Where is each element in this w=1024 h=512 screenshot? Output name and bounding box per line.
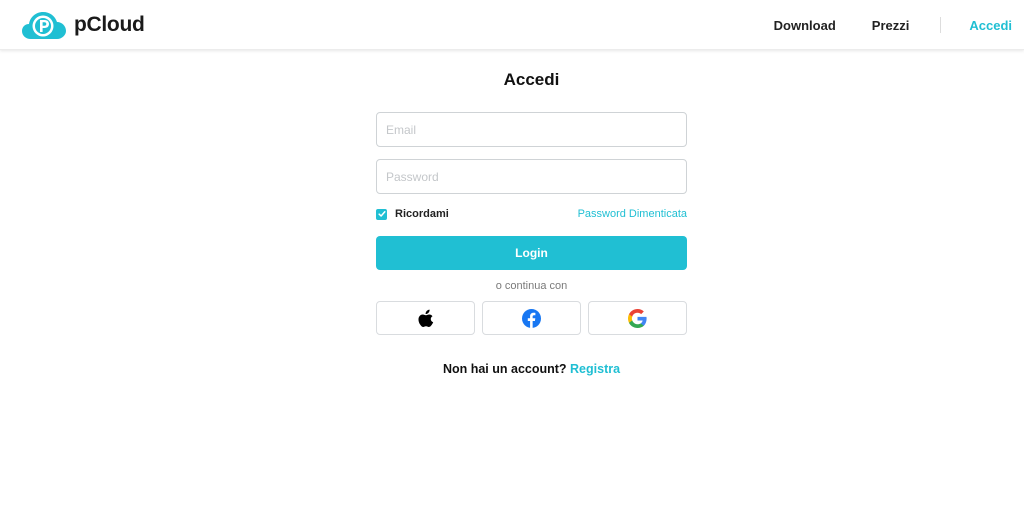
signup-prompt: Non hai un account? bbox=[442, 362, 571, 376]
checkmark-icon bbox=[377, 211, 386, 217]
top-nav: Download Prezzi Accedi bbox=[774, 0, 1012, 50]
apple-icon bbox=[417, 309, 433, 327]
top-header: pCloud Download Prezzi Accedi bbox=[0, 0, 1024, 50]
or-continue-text: o continua con bbox=[495, 280, 568, 292]
remember-checkbox[interactable] bbox=[376, 208, 387, 220]
nav-divider bbox=[940, 17, 942, 33]
page-title: Accedi bbox=[503, 70, 560, 89]
password-input[interactable] bbox=[376, 159, 687, 194]
nav-accedi-link[interactable]: Accedi bbox=[969, 18, 1012, 33]
remember-forgot-row: Ricordami Password Dimenticata bbox=[376, 206, 687, 222]
login-form: Accedi Ricordami Password Dimenticata Lo… bbox=[376, 68, 687, 376]
apple-login-button[interactable] bbox=[376, 301, 475, 335]
forgot-password-link[interactable]: Password Dimenticata bbox=[578, 208, 687, 220]
google-icon bbox=[628, 308, 647, 328]
nav-download-link[interactable]: Download bbox=[774, 18, 836, 33]
nav-prezzi-link[interactable]: Prezzi bbox=[872, 18, 910, 33]
brand-name: pCloud bbox=[74, 13, 145, 36]
facebook-login-button[interactable] bbox=[482, 301, 581, 335]
google-login-button[interactable] bbox=[588, 301, 687, 335]
remember-label: Ricordami bbox=[395, 208, 449, 220]
login-button[interactable]: Login bbox=[376, 236, 687, 270]
social-login-row bbox=[376, 301, 687, 335]
signup-row: Non hai un account? Registra bbox=[376, 362, 687, 376]
pcloud-logo[interactable]: pCloud bbox=[22, 10, 145, 40]
register-link[interactable]: Registra bbox=[570, 362, 620, 376]
pcloud-logo-icon bbox=[22, 12, 66, 39]
facebook-icon bbox=[522, 308, 541, 328]
remember-me-toggle[interactable]: Ricordami bbox=[376, 208, 449, 220]
email-input[interactable] bbox=[376, 112, 687, 147]
